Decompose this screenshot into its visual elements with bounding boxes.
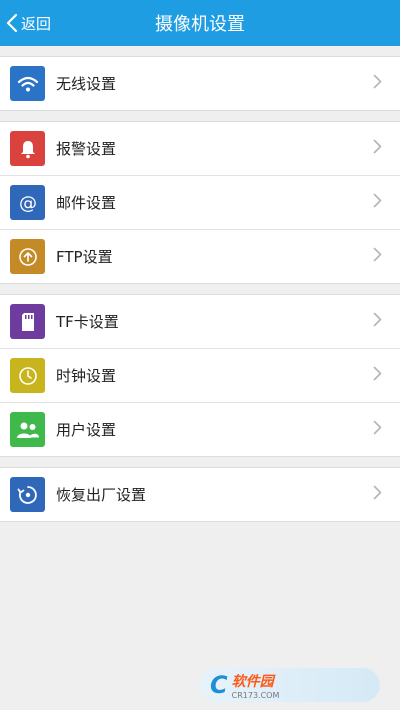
chevron-right-icon (373, 312, 382, 331)
back-label: 返回 (21, 14, 52, 33)
settings-row[interactable]: 用户设置 (0, 402, 400, 456)
settings-list: 无线设置报警设置 @ 邮件设置 FTP设置 TF卡设置时钟设置用户设置恢复出厂设置 (0, 56, 400, 522)
settings-group: 无线设置 (0, 56, 400, 111)
at-icon: @ (10, 185, 45, 220)
settings-row-label: 恢复出厂设置 (56, 486, 147, 504)
chevron-left-icon (6, 13, 18, 33)
settings-row-label: FTP设置 (56, 248, 113, 266)
sd-card-icon (10, 304, 45, 339)
chevron-right-icon (373, 247, 382, 266)
settings-row[interactable]: 无线设置 (0, 57, 400, 110)
watermark-logo-icon: C (210, 671, 228, 699)
settings-row-label: 无线设置 (56, 75, 117, 93)
chevron-right-icon (373, 193, 382, 212)
top-bar: 返回 摄像机设置 (0, 0, 400, 46)
settings-group: 恢复出厂设置 (0, 467, 400, 522)
settings-row[interactable]: @ 邮件设置 (0, 175, 400, 229)
chevron-right-icon (373, 420, 382, 439)
page-title: 摄像机设置 (155, 14, 245, 35)
clock-icon (10, 358, 45, 393)
settings-group: TF卡设置时钟设置用户设置 (0, 294, 400, 457)
settings-row[interactable]: 恢复出厂设置 (0, 468, 400, 521)
settings-row[interactable]: TF卡设置 (0, 295, 400, 348)
bell-icon (10, 131, 45, 166)
users-icon (10, 412, 45, 447)
settings-row-label: 报警设置 (56, 140, 117, 158)
watermark-title: 软件园 (231, 673, 274, 690)
settings-group: 报警设置 @ 邮件设置 FTP设置 (0, 121, 400, 284)
back-button[interactable]: 返回 (6, 0, 51, 46)
svg-text:@: @ (19, 193, 37, 214)
settings-row-label: TF卡设置 (56, 313, 119, 331)
settings-row[interactable]: 报警设置 (0, 122, 400, 175)
chevron-right-icon (373, 74, 382, 93)
chevron-right-icon (373, 139, 382, 158)
watermark-url: CR173.COM (231, 690, 280, 700)
settings-row[interactable]: FTP设置 (0, 229, 400, 283)
watermark: C 软件园 CR173.COM (200, 668, 380, 702)
chevron-right-icon (373, 485, 382, 504)
settings-row-label: 用户设置 (56, 421, 117, 439)
chevron-right-icon (373, 366, 382, 385)
wifi-icon (10, 66, 45, 101)
restore-icon (10, 477, 45, 512)
settings-row-label: 时钟设置 (56, 367, 117, 385)
upload-icon (10, 239, 45, 274)
settings-row-label: 邮件设置 (56, 194, 117, 212)
settings-row[interactable]: 时钟设置 (0, 348, 400, 402)
